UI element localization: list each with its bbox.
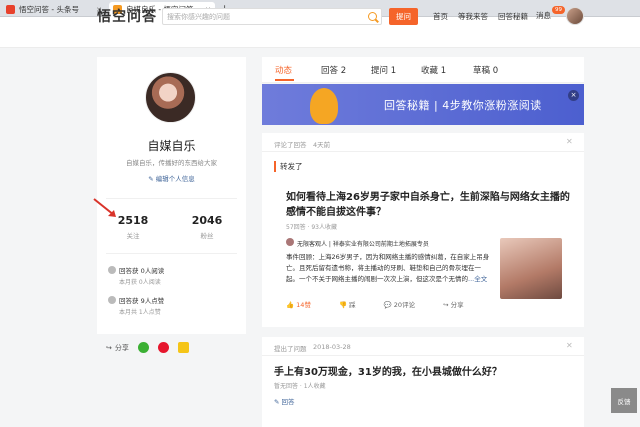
mascot-icon <box>310 88 338 124</box>
browser-tab-toutiao[interactable]: 悟空问答 - 头条号 ✕ <box>2 2 106 17</box>
answer-excerpt[interactable]: 事件回顾：上海26岁男子，因为和网络主播的感情纠葛，在自家上吊身亡。且死后留有遗… <box>286 252 491 285</box>
answer-button[interactable]: ✎ 回答 <box>274 396 295 406</box>
search-input[interactable] <box>167 12 366 21</box>
share-button[interactable]: ↪ 分享 <box>443 299 478 309</box>
dislike-label: 踩 <box>349 301 356 309</box>
tab-drafts[interactable]: 草稿 0 <box>473 64 498 76</box>
divider <box>262 355 584 356</box>
wechat-icon[interactable] <box>137 342 149 353</box>
achievement-reads-monthly: 本月获 0人阅读 <box>119 279 161 286</box>
search-icon[interactable] <box>368 12 377 21</box>
toutiao-favicon-icon <box>6 5 15 14</box>
nav-answer-tips[interactable]: 回答秘籍 <box>498 11 528 22</box>
edit-profile-label: 编辑个人信息 <box>155 175 195 183</box>
comment-count: 20评论 <box>393 301 416 309</box>
achievement-likes: 回答获 9人点赞 <box>119 297 165 305</box>
share-arrow-icon: ↪ <box>106 343 112 352</box>
read-more-link[interactable]: ...全文 <box>468 275 487 283</box>
thumbs-up-icon <box>108 296 116 304</box>
nav-waiting-answers[interactable]: 等我来答 <box>458 11 488 22</box>
followers-count[interactable]: 2046 <box>187 214 227 227</box>
divider <box>106 198 237 199</box>
question-title[interactable]: 如何看待上海26岁男子家中自杀身亡，生前深陷与网络女主播的 <box>286 190 570 205</box>
comment-button[interactable]: 💬 20评论 <box>384 299 429 309</box>
achievement-reads: 回答获 0人阅读 <box>119 267 165 275</box>
ask-question-button[interactable]: 提问 <box>389 8 418 25</box>
tab-favorites[interactable]: 收藏 1 <box>421 64 446 76</box>
achievement-likes-monthly: 本月共 1人点赞 <box>119 309 161 316</box>
search-box <box>162 8 382 25</box>
tab-answers[interactable]: 回答 2 <box>321 64 346 76</box>
answer-thumbnail[interactable] <box>500 238 562 299</box>
divider <box>106 253 237 254</box>
question-title-cont[interactable]: 感情不能自拔这件事？ <box>286 205 386 220</box>
banner-text: 回答秘籍 | 4步教你涨粉涨阅读 <box>384 99 542 112</box>
share-label: 分享 <box>114 343 129 352</box>
followers-label: 粉丝 <box>200 232 214 240</box>
tab-questions[interactable]: 提问 1 <box>371 64 396 76</box>
following-count[interactable]: 2518 <box>113 214 153 227</box>
user-avatar[interactable] <box>566 7 584 25</box>
question-meta: 暂无回答 · 1人收藏 <box>274 383 326 390</box>
tab-title: 悟空问答 - 头条号 <box>19 5 79 14</box>
nav-home[interactable]: 首页 <box>433 11 448 22</box>
question-meta: 57回答 · 93人收藏 <box>286 224 337 231</box>
share-label: 分享 <box>450 301 464 309</box>
answer-text: 事件回顾：上海26岁男子，因为和网络主播的感情纠葛，在自家上吊身亡。且死后留有遗… <box>286 253 490 283</box>
profile-avatar <box>145 72 196 123</box>
like-button[interactable]: 👍 14赞 <box>286 299 325 309</box>
profile-bio: 自媒自乐，传播好的东西给大家 <box>126 159 217 167</box>
like-count: 14赞 <box>296 301 311 309</box>
feed-time: 2018-03-28 <box>313 343 351 351</box>
divider <box>262 151 584 152</box>
star-icon[interactable] <box>177 342 189 353</box>
answer-author[interactable]: 无限客观人 | 祥泰实业有限公司前期土地拓展专员 <box>297 239 429 248</box>
feed-action: 提出了问题 <box>274 345 307 353</box>
banner-close-icon[interactable]: × <box>568 90 579 101</box>
close-icon[interactable]: ✕ <box>566 137 573 146</box>
question-title[interactable]: 手上有30万现金，31岁的我，在小县城做什么好？ <box>274 363 502 378</box>
feed-time: 4天前 <box>313 141 331 149</box>
tab-activity[interactable]: 动态 <box>275 64 292 76</box>
repost-label: 转发了 <box>274 161 303 172</box>
close-icon[interactable]: ✕ <box>566 341 573 350</box>
profile-name: 自媒自乐 <box>147 139 196 153</box>
dislike-button[interactable]: 👎 踩 <box>339 299 370 309</box>
nav-messages[interactable]: 消息 <box>536 10 551 21</box>
feed-action: 评论了回答 <box>274 141 307 149</box>
eye-icon <box>108 266 116 274</box>
weibo-icon[interactable] <box>157 342 169 353</box>
answer-actions: 👍 14赞 👎 踩 💬 20评论 ↪ 分享 <box>286 299 492 309</box>
share-row: ↪ 分享 <box>106 342 189 353</box>
following-label: 关注 <box>126 232 140 240</box>
answer-label: 回答 <box>281 398 295 406</box>
site-logo[interactable]: 悟空问答 <box>97 6 157 26</box>
active-tab-underline <box>275 79 294 81</box>
message-count-badge: 99 <box>552 6 565 14</box>
edit-profile-link[interactable]: ✎ 编辑个人信息 <box>97 173 246 183</box>
answer-author-avatar[interactable] <box>286 238 294 246</box>
feedback-button[interactable]: 反馈 <box>611 388 637 413</box>
